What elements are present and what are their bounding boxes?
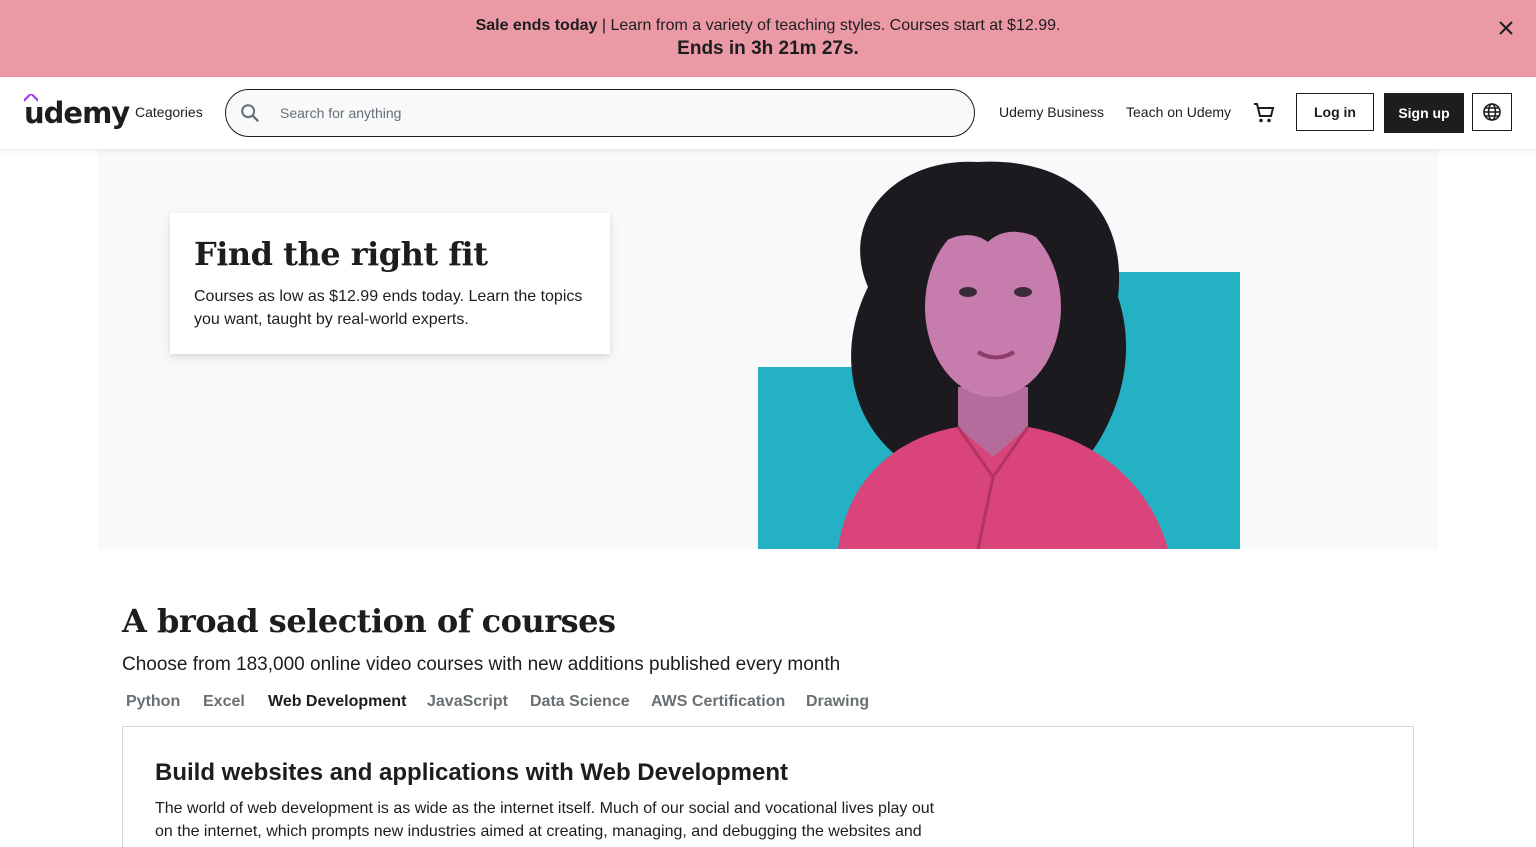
top-header: udemy Categories Udemy Business Teach on…	[0, 77, 1536, 149]
tab-excel[interactable]: Excel	[203, 693, 245, 711]
course-tab-panel: Build websites and applications with Web…	[122, 726, 1414, 847]
udemy-logo[interactable]: udemy	[24, 94, 130, 131]
udemy-business-link[interactable]: Udemy Business	[999, 104, 1104, 120]
search-input[interactable]	[278, 91, 962, 135]
cart-icon[interactable]	[1252, 101, 1276, 125]
tab-web-development[interactable]: Web Development	[268, 693, 406, 711]
courses-section-title: A broad selection of courses	[122, 602, 616, 640]
sale-banner: Sale ends today | Learn from a variety o…	[0, 0, 1536, 77]
tab-drawing[interactable]: Drawing	[806, 693, 869, 711]
sale-headline: Sale ends today	[475, 17, 598, 34]
panel-description: The world of web development is as wide …	[155, 800, 935, 840]
tab-javascript[interactable]: JavaScript	[427, 693, 508, 711]
teach-on-udemy-link[interactable]: Teach on Udemy	[1126, 104, 1231, 120]
tab-data-science[interactable]: Data Science	[530, 693, 630, 711]
signup-button[interactable]: Sign up	[1384, 93, 1464, 133]
close-icon[interactable]	[1496, 18, 1516, 38]
hero-description: Courses as low as $12.99 ends today. Lea…	[194, 288, 583, 328]
hero-person-image	[838, 161, 1168, 549]
globe-icon	[1483, 103, 1501, 121]
logo-wordmark: udemy	[24, 96, 130, 130]
language-button[interactable]	[1472, 93, 1512, 131]
search-icon[interactable]	[239, 102, 261, 124]
sale-description: | Learn from a variety of teaching style…	[597, 17, 1061, 34]
tab-python[interactable]: Python	[126, 693, 180, 711]
sale-message: Sale ends today | Learn from a variety o…	[0, 17, 1536, 35]
hero-card: Find the right fit Courses as low as $12…	[170, 213, 610, 354]
search-bar[interactable]	[225, 89, 975, 137]
courses-section-subtitle: Choose from 183,000 online video courses…	[122, 654, 841, 675]
tab-aws-certification[interactable]: AWS Certification	[651, 693, 785, 711]
login-button[interactable]: Log in	[1296, 93, 1374, 131]
hero-title: Find the right fit	[194, 235, 488, 273]
categories-link[interactable]: Categories	[135, 104, 203, 120]
panel-title: Build websites and applications with Web…	[155, 759, 788, 786]
sale-countdown: Ends in 3h 21m 27s.	[677, 38, 859, 59]
